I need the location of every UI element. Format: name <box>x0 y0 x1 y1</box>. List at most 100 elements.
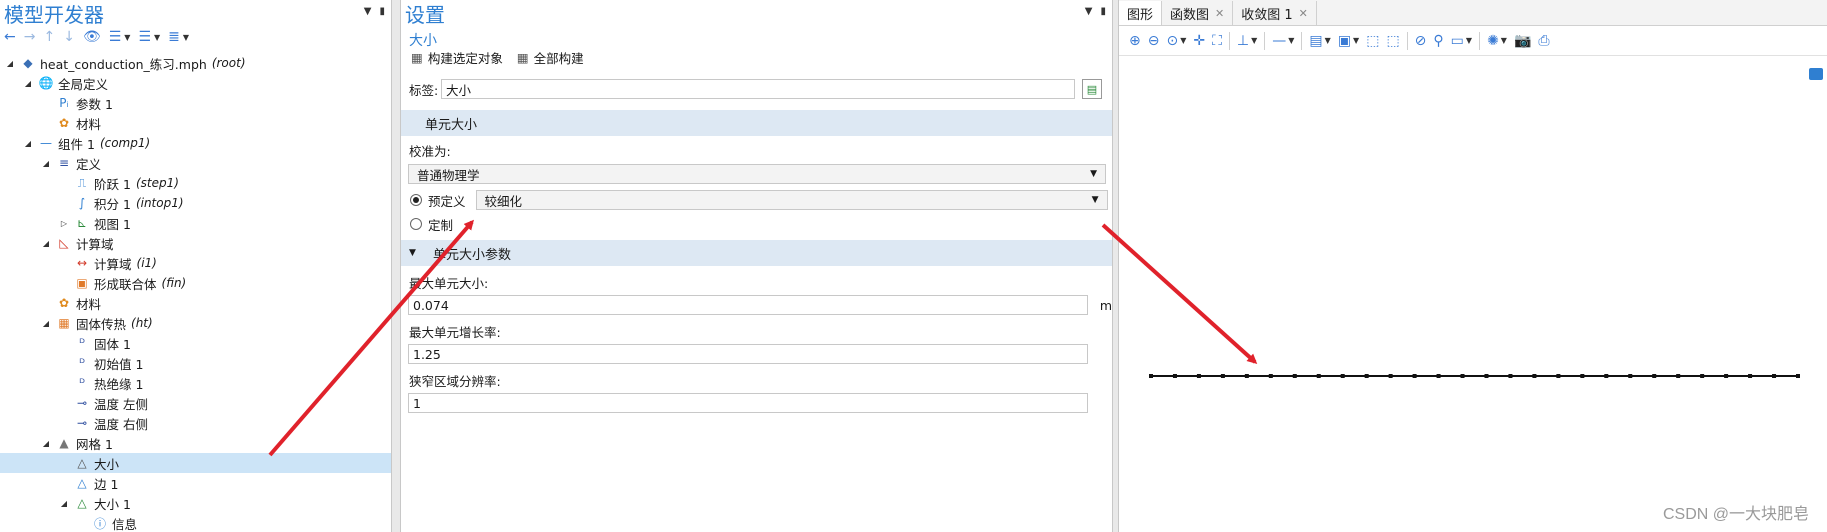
tree-node[interactable]: ✿ 材料 <box>0 113 391 133</box>
build-selected-button[interactable]: ▦ 构建选定对象 <box>411 48 503 67</box>
print-icon[interactable]: ⎙ <box>1538 33 1549 49</box>
list-view-dropdown-icon[interactable]: ▼ <box>183 33 189 42</box>
materials-icon: ✿ <box>58 296 70 310</box>
show-icon[interactable]: 👁 <box>83 29 101 45</box>
expand-down-icon[interactable]: ◢ <box>40 439 52 448</box>
expand-down-icon[interactable]: ◢ <box>58 499 70 508</box>
collapse-sections-icon[interactable]: ☰ <box>138 29 151 45</box>
graphics-canvas[interactable] <box>1119 57 1827 527</box>
scene-light-icon[interactable]: ✺ <box>1487 33 1499 49</box>
expand-right-icon[interactable]: ▷ <box>58 219 70 228</box>
tree-node[interactable]: ↔ 计算域 (i1) <box>0 253 391 273</box>
tree-node[interactable]: ◢ 🌐 全局定义 <box>0 73 391 93</box>
tree-node-label: 阶跃 1 <box>94 176 131 192</box>
tree-node[interactable]: ◢ △ 大小 1 <box>0 493 391 513</box>
zoom-out-icon[interactable]: ⊖ <box>1148 33 1160 49</box>
forward-arrow-icon[interactable]: → <box>24 29 36 45</box>
tree-node[interactable]: ᴰ 固体 1 <box>0 333 391 353</box>
tree-node[interactable]: ⓘ 信息 <box>0 513 391 532</box>
list-view-icon[interactable]: ≣ <box>168 29 180 45</box>
camera-icon[interactable]: 📷 <box>1514 33 1531 49</box>
left-splitter[interactable] <box>392 0 400 532</box>
select-box-icon[interactable]: ▣ <box>1338 33 1351 49</box>
mesh-vertex <box>1149 374 1153 378</box>
mesh-vertex <box>1580 374 1585 378</box>
predefined-radio[interactable] <box>410 194 422 206</box>
tree-node[interactable]: ◢ ▲ 网格 1 <box>0 433 391 453</box>
move-up-icon[interactable]: ↑ <box>43 29 55 45</box>
zoom-extents-icon[interactable]: ⛶ <box>1212 33 1222 49</box>
label-reset-icon[interactable]: ▤ <box>1082 79 1102 99</box>
section-element-size-parameters[interactable]: ▼ 单元大小参数 <box>401 240 1112 266</box>
hide-icon[interactable]: ⊘ <box>1415 33 1427 49</box>
tree-node[interactable]: ⊸ 温度 左侧 <box>0 393 391 413</box>
predefined-select[interactable]: 较细化 ▼ <box>475 190 1108 210</box>
panel-menu-icon[interactable]: ▼ <box>1085 6 1093 17</box>
expand-sections-icon[interactable]: ☰ <box>109 29 122 45</box>
calibrate-for-select[interactable]: 普通物理学 ▼ <box>408 164 1106 184</box>
tree-node[interactable]: ◢ ◆ heat_conduction_练习.mph (root) <box>0 53 391 73</box>
select-objects-dropdown-icon[interactable]: ▼ <box>1325 36 1331 45</box>
tree-node[interactable]: ⊸ 温度 右侧 <box>0 413 391 433</box>
tree-node[interactable]: ᴰ 初始值 1 <box>0 353 391 373</box>
highlight-icon[interactable]: ⚲ <box>1433 33 1443 49</box>
expand-down-icon[interactable]: ◢ <box>22 139 34 148</box>
zoom-box-dropdown-icon[interactable]: ▼ <box>1180 36 1186 45</box>
expand-down-icon[interactable]: ◢ <box>4 59 16 68</box>
graphics-tab[interactable]: 函数图 ✕ <box>1162 1 1234 25</box>
expand-sections-dropdown-icon[interactable]: ▼ <box>124 33 130 42</box>
build-all-button[interactable]: ▦ 全部构建 <box>517 48 584 67</box>
expand-down-icon[interactable]: ◢ <box>22 79 34 88</box>
max-size-input[interactable]: 0.074 <box>408 295 1088 315</box>
zoom-box-icon[interactable]: ⊙ <box>1166 33 1178 49</box>
tree-node[interactable]: ⎍ 阶跃 1 (step1) <box>0 173 391 193</box>
select-box-dropdown-icon[interactable]: ▼ <box>1353 36 1359 45</box>
tree-node[interactable]: ◢ ▦ 固体传热 (ht) <box>0 313 391 333</box>
expand-down-icon[interactable]: ◢ <box>40 239 52 248</box>
growth-rate-input[interactable]: 1.25 <box>408 344 1088 364</box>
narrow-region-input[interactable]: 1 <box>408 393 1088 413</box>
heat-transfer-icon: ▦ <box>58 316 70 330</box>
tree-node[interactable]: ◢ ◺ 计算域 <box>0 233 391 253</box>
expand-down-icon[interactable]: ◢ <box>40 319 52 328</box>
tree-node[interactable]: △ 大小 <box>0 453 391 473</box>
expand-down-icon[interactable]: ◢ <box>40 159 52 168</box>
pin-icon[interactable]: ▮ <box>1100 6 1106 17</box>
axes-dropdown-icon[interactable]: ▼ <box>1251 36 1257 45</box>
graphics-tab[interactable]: 收敛图 1 ✕ <box>1233 1 1317 25</box>
tree-node[interactable]: ▣ 形成联合体 (fin) <box>0 273 391 293</box>
tree-node[interactable]: ▷ ⊾ 视图 1 <box>0 213 391 233</box>
tree-node[interactable]: △ 边 1 <box>0 473 391 493</box>
line-style-icon[interactable]: — <box>1272 33 1286 49</box>
label-input[interactable]: 大小 <box>441 79 1075 99</box>
tree-node[interactable]: ◢ — 组件 1 (comp1) <box>0 133 391 153</box>
close-icon[interactable]: ✕ <box>1299 7 1308 20</box>
tree-node[interactable]: ◢ ≡ 定义 <box>0 153 391 173</box>
pin-icon[interactable]: ▮ <box>379 6 385 17</box>
clear-selection-icon[interactable]: ⬚ <box>1386 33 1399 49</box>
parameters-icon: Pᵢ <box>59 96 69 110</box>
custom-radio[interactable] <box>410 218 422 230</box>
section-element-size[interactable]: 单元大小 <box>401 110 1112 136</box>
panel-menu-icon[interactable]: ▼ <box>364 6 372 17</box>
tree-node[interactable]: ∫ 积分 1 (intop1) <box>0 193 391 213</box>
tree-node[interactable]: ᴰ 热绝缘 1 <box>0 373 391 393</box>
select-all-icon[interactable]: ⬚ <box>1366 33 1379 49</box>
transparency-dropdown-icon[interactable]: ▼ <box>1466 36 1472 45</box>
tree-node[interactable]: ✿ 材料 <box>0 293 391 313</box>
graphics-tab[interactable]: 图形 <box>1119 1 1163 25</box>
scene-light-dropdown-icon[interactable]: ▼ <box>1501 36 1507 45</box>
transparency-icon[interactable]: ▭ <box>1451 33 1464 49</box>
close-icon[interactable]: ✕ <box>1215 7 1224 20</box>
mesh-vertex <box>1316 374 1321 378</box>
line-style-dropdown-icon[interactable]: ▼ <box>1288 36 1294 45</box>
move-down-icon[interactable]: ↓ <box>63 29 75 45</box>
collapse-sections-dropdown-icon[interactable]: ▼ <box>154 33 160 42</box>
select-objects-icon[interactable]: ▤ <box>1309 33 1322 49</box>
back-arrow-icon[interactable]: ← <box>4 29 16 45</box>
zoom-in-icon[interactable]: ⊕ <box>1129 33 1141 49</box>
zoom-selected-icon[interactable]: ✛ <box>1193 33 1205 49</box>
tree-node-tag: (ht) <box>131 316 153 330</box>
axes-icon[interactable]: ⊥ <box>1237 33 1249 49</box>
tree-node[interactable]: Pᵢ 参数 1 <box>0 93 391 113</box>
